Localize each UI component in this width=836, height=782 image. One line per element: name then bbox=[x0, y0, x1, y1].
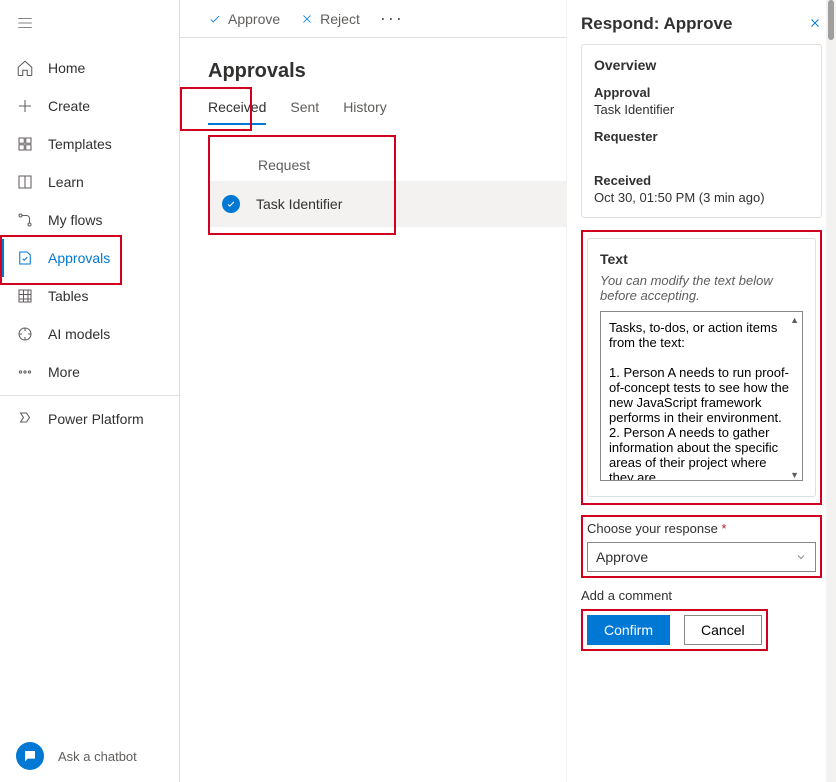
approval-label: Approval bbox=[594, 85, 809, 100]
close-panel-button[interactable] bbox=[808, 16, 822, 33]
action-buttons: Confirm Cancel bbox=[587, 615, 762, 645]
hamburger-menu[interactable] bbox=[0, 0, 179, 49]
tab-sent[interactable]: Sent bbox=[290, 91, 319, 125]
plus-icon bbox=[16, 97, 34, 115]
sidebar-item-learn[interactable]: Learn bbox=[0, 163, 179, 201]
sidebar-item-my-flows[interactable]: My flows bbox=[0, 201, 179, 239]
textarea-wrapper: ▲ ▼ bbox=[600, 311, 803, 484]
sidebar-item-power-platform[interactable]: Power Platform bbox=[0, 400, 179, 438]
sidebar-item-label: Approvals bbox=[48, 250, 110, 266]
highlight-text-section: Text You can modify the text below befor… bbox=[581, 230, 822, 505]
book-icon bbox=[16, 173, 34, 191]
received-value: Oct 30, 01:50 PM (3 min ago) bbox=[594, 190, 809, 205]
confirm-button[interactable]: Confirm bbox=[587, 615, 670, 645]
templates-icon bbox=[16, 135, 34, 153]
sidebar-item-label: Tables bbox=[48, 288, 88, 304]
sidebar-item-label: Home bbox=[48, 60, 85, 76]
response-value: Approve bbox=[596, 549, 648, 565]
scroll-up-icon[interactable]: ▲ bbox=[790, 315, 799, 325]
hamburger-icon bbox=[16, 14, 34, 32]
status-check-icon bbox=[222, 195, 240, 213]
chatbot-icon bbox=[16, 742, 44, 770]
sidebar-item-home[interactable]: Home bbox=[0, 49, 179, 87]
close-icon bbox=[808, 16, 822, 30]
sidebar-item-label: Learn bbox=[48, 174, 84, 190]
sidebar-item-ai-models[interactable]: AI models bbox=[0, 315, 179, 353]
response-label: Choose your response * bbox=[587, 521, 816, 536]
overview-heading: Overview bbox=[594, 57, 809, 73]
flows-icon bbox=[16, 211, 34, 229]
tab-received[interactable]: Received bbox=[208, 91, 266, 125]
received-label: Received bbox=[594, 173, 809, 188]
panel-title: Respond: Approve bbox=[581, 14, 732, 34]
nav-separator bbox=[0, 395, 179, 396]
requester-value bbox=[594, 146, 809, 161]
sidebar-item-create[interactable]: Create bbox=[0, 87, 179, 125]
chatbot-launcher[interactable]: Ask a chatbot bbox=[0, 730, 179, 782]
requester-label: Requester bbox=[594, 129, 809, 144]
check-icon bbox=[208, 12, 222, 26]
required-indicator: * bbox=[721, 521, 726, 536]
sidebar-item-label: Create bbox=[48, 98, 90, 114]
scroll-down-icon[interactable]: ▼ bbox=[790, 470, 799, 480]
reject-button[interactable]: Reject bbox=[300, 11, 360, 27]
chevron-down-icon bbox=[795, 551, 807, 563]
sidebar-item-label: AI models bbox=[48, 326, 110, 342]
main-area: Approve Reject ··· Approvals Received Se… bbox=[180, 0, 836, 782]
nav-list: Home Create Templates Learn My flows App… bbox=[0, 49, 179, 730]
request-title: Task Identifier bbox=[256, 196, 342, 212]
x-icon bbox=[300, 12, 314, 26]
chatbot-label: Ask a chatbot bbox=[58, 749, 137, 764]
tab-history[interactable]: History bbox=[343, 91, 387, 125]
highlight-confirm: Confirm Cancel bbox=[581, 609, 768, 651]
sidebar-item-tables[interactable]: Tables bbox=[0, 277, 179, 315]
approval-value: Task Identifier bbox=[594, 102, 809, 117]
approvals-icon bbox=[16, 249, 34, 267]
sidebar-item-approvals[interactable]: Approvals bbox=[0, 239, 179, 277]
text-hint: You can modify the text below before acc… bbox=[600, 273, 803, 303]
panel-scrollbar[interactable] bbox=[826, 0, 836, 782]
approve-label: Approve bbox=[228, 11, 280, 27]
sidebar: Home Create Templates Learn My flows App… bbox=[0, 0, 180, 782]
text-heading: Text bbox=[600, 251, 803, 267]
sidebar-item-more[interactable]: More bbox=[0, 353, 179, 391]
panel-header: Respond: Approve bbox=[581, 14, 822, 34]
scrollbar-thumb[interactable] bbox=[828, 0, 834, 40]
tables-icon bbox=[16, 287, 34, 305]
sidebar-item-templates[interactable]: Templates bbox=[0, 125, 179, 163]
response-text-input[interactable] bbox=[600, 311, 803, 481]
respond-panel: Respond: Approve Overview Approval Task … bbox=[566, 0, 836, 782]
highlight-response-section: Choose your response * Approve bbox=[581, 515, 822, 578]
more-actions[interactable]: ··· bbox=[380, 8, 404, 29]
response-select[interactable]: Approve bbox=[587, 542, 816, 572]
cancel-button[interactable]: Cancel bbox=[684, 615, 762, 645]
reject-label: Reject bbox=[320, 11, 360, 27]
approve-button[interactable]: Approve bbox=[208, 11, 280, 27]
overview-card: Overview Approval Task Identifier Reques… bbox=[581, 44, 822, 218]
home-icon bbox=[16, 59, 34, 77]
sidebar-item-label: Power Platform bbox=[48, 411, 144, 427]
text-card: Text You can modify the text below befor… bbox=[587, 238, 816, 497]
sidebar-item-label: More bbox=[48, 364, 80, 380]
sidebar-item-label: My flows bbox=[48, 212, 102, 228]
more-icon bbox=[16, 363, 34, 381]
ai-icon bbox=[16, 325, 34, 343]
comment-label: Add a comment bbox=[581, 588, 822, 603]
platform-icon bbox=[16, 410, 34, 428]
sidebar-item-label: Templates bbox=[48, 136, 112, 152]
